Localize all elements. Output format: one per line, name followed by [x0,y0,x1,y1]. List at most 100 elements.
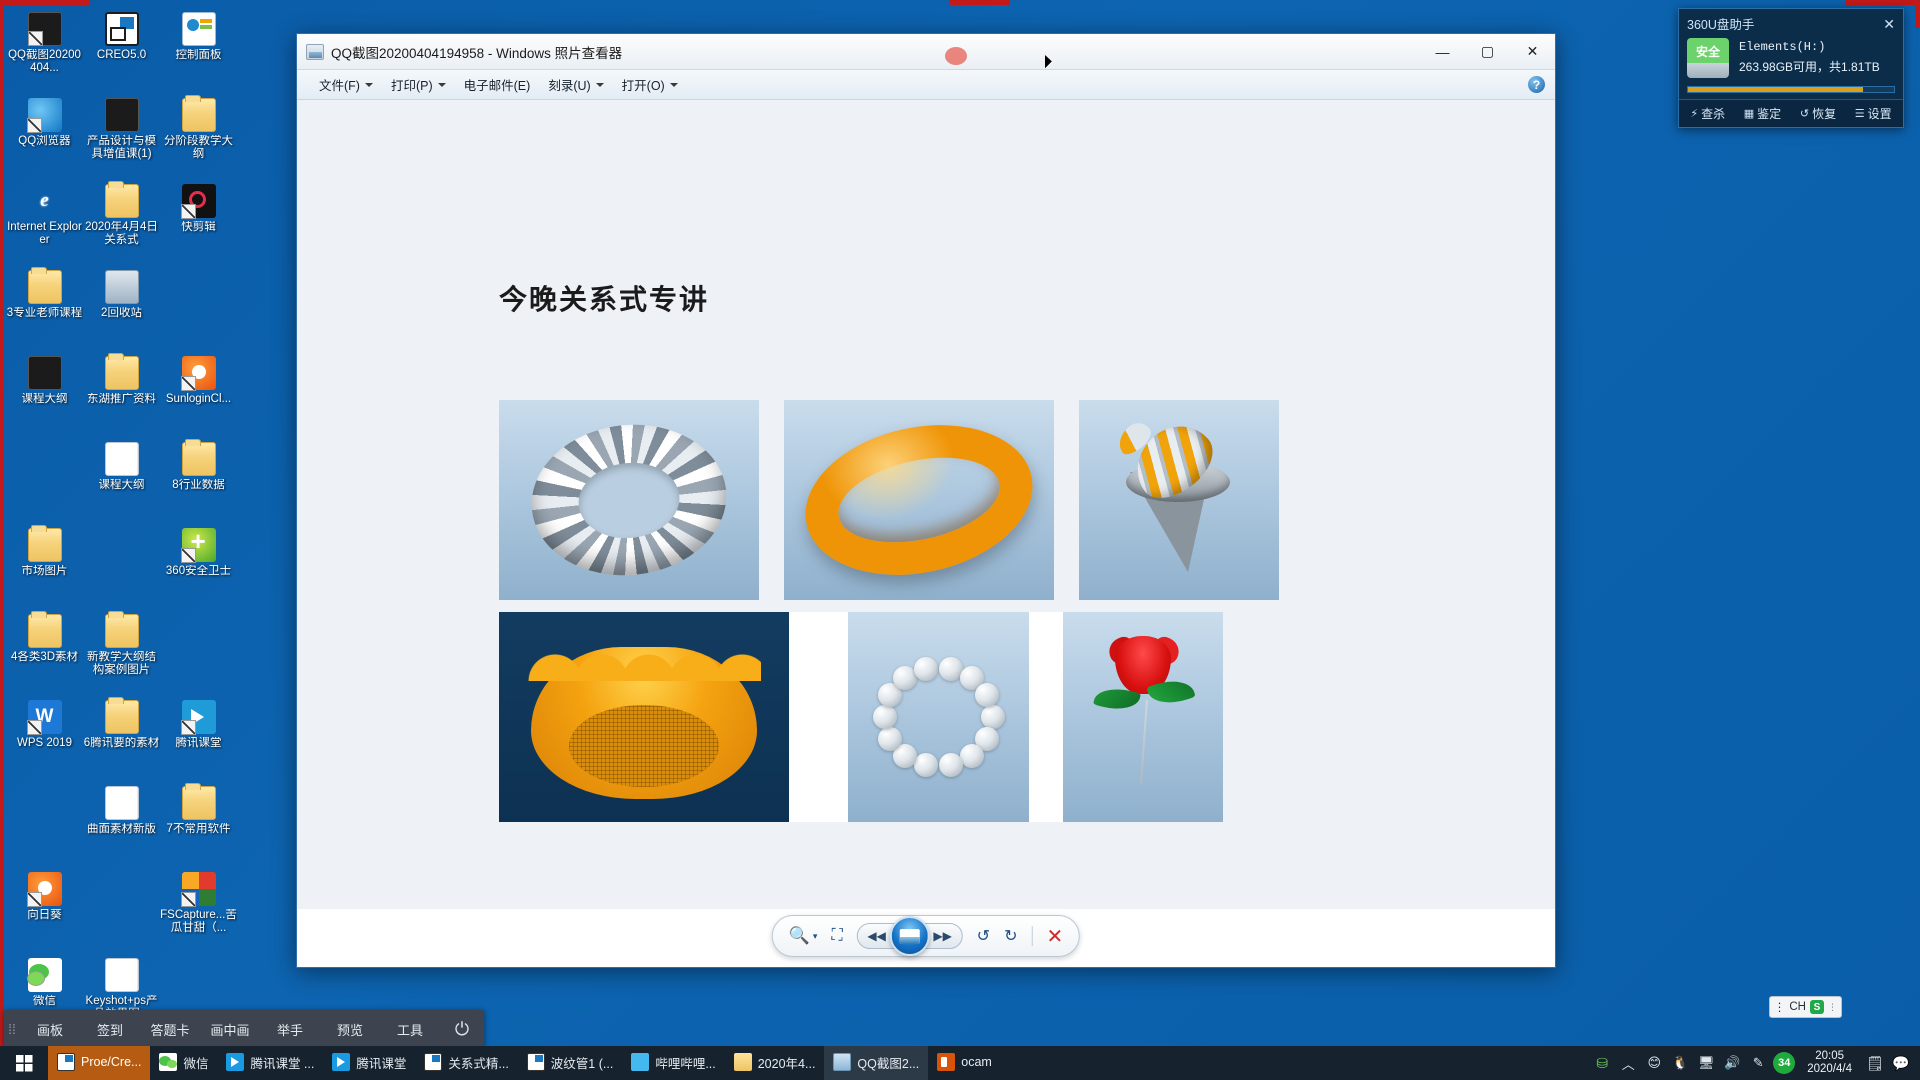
slide-title: 今晚关系式专讲 [499,283,710,316]
desktop-icon-6[interactable]: e Internet Explorer [6,180,83,266]
usb-icon[interactable]: ⛁ [1589,1046,1615,1080]
qq-browser-icon [26,98,62,133]
desktop-icon-30[interactable]: 向日葵 [6,868,83,954]
desktop-icon-0[interactable]: QQ截图20200404... [6,8,83,94]
desktop-icon-label: QQ浏览器 [18,135,71,147]
delete-button[interactable]: ✕ [1046,924,1063,949]
desktop-icon-24[interactable]: W WPS 2019 [6,696,83,782]
classroom-tool-0[interactable]: 画板 [20,1020,80,1039]
window-titlebar[interactable]: QQ截图20200404194958 - Windows 照片查看器 — ▢ ✕ [297,34,1555,70]
drive-name: Elements(H:) [1739,40,1826,54]
fit-to-window-button[interactable]: ⛶ [831,927,842,945]
start-button[interactable] [0,1046,48,1080]
desktop-icon-9[interactable]: 3专业老师课程 [6,266,83,352]
taskbar-item-8[interactable]: QQ截图2... [824,1046,929,1080]
tray-icon-2[interactable]: 🖥 [1693,1046,1719,1080]
desktop-icon-5[interactable]: 分阶段教学大纲 [160,94,237,180]
windows-taskbar[interactable]: Proe/Cre... 微信 腾讯课堂 ... 腾讯课堂 关系式精... 波纹管1 (..… [0,1046,1920,1080]
menu-item-3[interactable]: 刻录(U) [540,71,611,98]
action-center-icon[interactable]: 💬 [1888,1046,1914,1080]
desktop-icon-3[interactable]: QQ浏览器 [6,94,83,180]
close-button[interactable]: ✕ [1510,34,1555,69]
minimize-button[interactable]: — [1420,34,1465,69]
classroom-toolbar[interactable]: ⁞⁞ 画板 签到 答题卡 画中画 举手 预览 工具 ⏻ [4,1010,484,1048]
udisk-assistant-panel[interactable]: 360U盘助手 ✕ 安全 Elements(H:) 263.98GB可用，共1.… [1678,8,1904,128]
desktop-icon-26[interactable]: 腾讯课堂 [160,696,237,782]
desktop-icon-21[interactable]: 4各类3D素材 [6,610,83,696]
taskbar-item-label: 哔哩哔哩... [655,1056,716,1071]
drag-handle-icon[interactable]: ⁞⁞ [4,1021,20,1037]
help-icon[interactable]: ? [1528,76,1545,93]
desktop-icon-4[interactable]: 产品设计与模具增值课(1) [83,94,160,180]
desktop-icon-20[interactable]: 360安全卫士 [160,524,237,610]
desktop-icon-1[interactable]: CREO5.0 [83,8,160,94]
desktop-icon-12[interactable]: 课程大纲 [6,352,83,438]
desktop-icon-16[interactable]: S 课程大纲 [83,438,160,524]
tray-icon-1[interactable]: 🐧 [1667,1046,1693,1080]
classroom-tool-1[interactable]: 签到 [80,1020,140,1039]
creo-taskbar-icon [57,1053,75,1071]
desktop-icon-28[interactable]: P 曲面素材新版 [83,782,160,868]
taskbar-item-4[interactable]: 关系式精... [415,1046,517,1080]
taskbar-item-label: Proe/Cre... [81,1055,142,1069]
clock[interactable]: 20:05 2020/4/4 [1797,1050,1862,1076]
desktop-icon-13[interactable]: 东湖推广资料 [83,352,160,438]
menu-item-1[interactable]: 打印(P) [383,71,454,98]
desktop-icon-2[interactable]: 控制面板 [160,8,237,94]
udisk-action-2[interactable]: ↺ 恢复 [1800,105,1836,122]
taskbar-item-5[interactable]: 波纹管1 (... [518,1046,623,1080]
photo-viewer-toolbar[interactable]: 🔍 ▾ ⛶ ◀◀ ▶▶ ↺ ↻ ✕ [771,915,1081,957]
desktop-icon-29[interactable]: 7不常用软件 [160,782,237,868]
tray-icon-4[interactable]: ✎ [1745,1046,1771,1080]
power-icon[interactable]: ⏻ [440,1019,484,1040]
zoom-button[interactable]: 🔍 ▾ [789,926,818,946]
pearl-bead [914,753,939,778]
tray-icon-0[interactable]: 😊 [1641,1046,1667,1080]
desktop-icon-25[interactable]: 6腾讯要的素材 [83,696,160,782]
ime-menu-icon[interactable]: ⋮ [1828,1002,1837,1012]
close-icon[interactable]: ✕ [1883,17,1895,31]
rotate-clockwise-button[interactable]: ↻ [1004,926,1017,946]
taskbar-item-3[interactable]: 腾讯课堂 [323,1046,415,1080]
desktop-icon-18[interactable]: 市场图片 [6,524,83,610]
annotation-line-top-2 [950,0,1010,5]
desktop-icon-17[interactable]: 8行业数据 [160,438,237,524]
show-hidden-icons-icon[interactable]: ︿ [1615,1046,1641,1080]
desktop-icon-14[interactable]: SunloginCl... [160,352,237,438]
taskbar-item-0[interactable]: Proe/Cre... [48,1046,151,1080]
maximize-button[interactable]: ▢ [1465,34,1510,69]
rotate-counterclockwise-button[interactable]: ↺ [977,926,990,946]
taskbar-item-7[interactable]: 2020年4... [725,1046,825,1080]
next-image-button[interactable]: ▶▶ [924,929,962,943]
classroom-tool-5[interactable]: 预览 [320,1020,380,1039]
desktop-background[interactable]: QQ截图20200404... CREO5.0 控制面板 QQ浏览器 产品设计与模具增值… [0,0,1920,1080]
desktop-icon-7[interactable]: 2020年4月4日关系式 [83,180,160,266]
tray-icon-3[interactable]: 🔊 [1719,1046,1745,1080]
menu-item-0[interactable]: 文件(F) [311,71,381,98]
udisk-action-3[interactable]: ☰ 设置 [1855,105,1892,122]
taskbar-item-6[interactable]: 哔哩哔哩... [622,1046,724,1080]
taskbar-item-9[interactable]: ocam [928,1046,1001,1080]
tray-badge-container[interactable]: 34 [1771,1046,1797,1080]
taskbar-item-1[interactable]: 微信 [150,1046,217,1080]
ime-indicator[interactable]: ⋮ CH S ⋮ [1768,996,1842,1018]
desktop-icon-8[interactable]: 快剪辑 [160,180,237,266]
photo-viewer-window[interactable]: QQ截图20200404194958 - Windows 照片查看器 — ▢ ✕… [296,33,1556,968]
classroom-tool-6[interactable]: 工具 [380,1020,440,1039]
menu-item-2[interactable]: 电子邮件(E) [456,71,539,98]
photo-viewer-canvas[interactable]: 今晚关系式专讲 🔍 ▾ ⛶ ◀◀ ▶▶ ↺ ↻ ✕ [297,100,1555,967]
udisk-action-label: 恢复 [1812,107,1837,121]
menu-item-label: 打印(P) [390,79,433,93]
classroom-tool-3[interactable]: 画中画 [200,1020,260,1039]
udisk-action-0[interactable]: ⚡ 查杀 [1690,105,1725,122]
menu-item-4[interactable]: 打开(O) [614,71,686,98]
excel-file-icon: S [104,442,139,476]
taskbar-item-2[interactable]: 腾讯课堂 ... [217,1046,323,1080]
classroom-tool-4[interactable]: 举手 [260,1020,320,1039]
desktop-icon-22[interactable]: 新教学大纲结构案例图片 [83,610,160,696]
desktop-icon-32[interactable]: FSCapture...苦瓜甘甜（... [160,868,237,954]
desktop-icon-10[interactable]: 2回收站 [83,266,160,352]
udisk-action-1[interactable]: ▦ 鉴定 [1744,105,1781,122]
classroom-tool-2[interactable]: 答题卡 [140,1020,200,1039]
notes-icon[interactable]: 🗒 [1862,1046,1888,1080]
